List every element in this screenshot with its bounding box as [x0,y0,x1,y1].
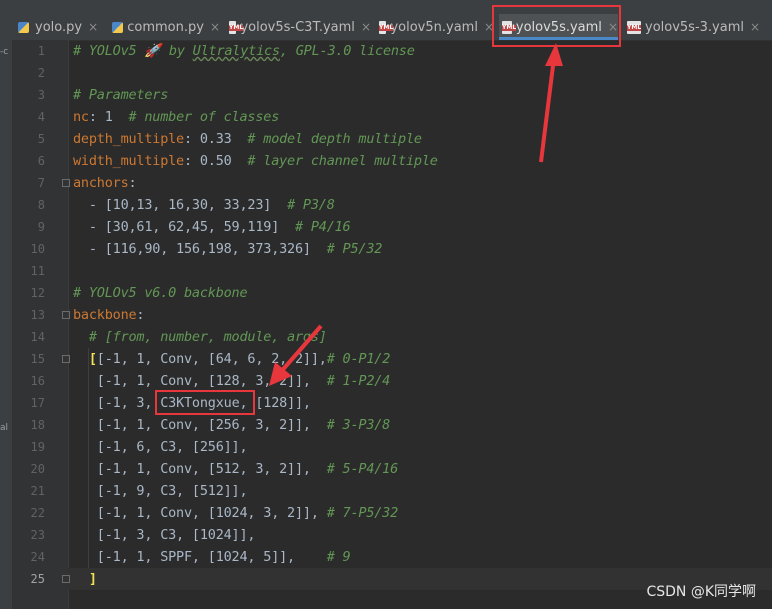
annotation-arrows [269,43,563,386]
watermark: CSDN @K同学啊 [646,584,756,600]
annotation-arrow-icon [539,43,563,163]
annotation-arrow-icon [269,324,323,386]
